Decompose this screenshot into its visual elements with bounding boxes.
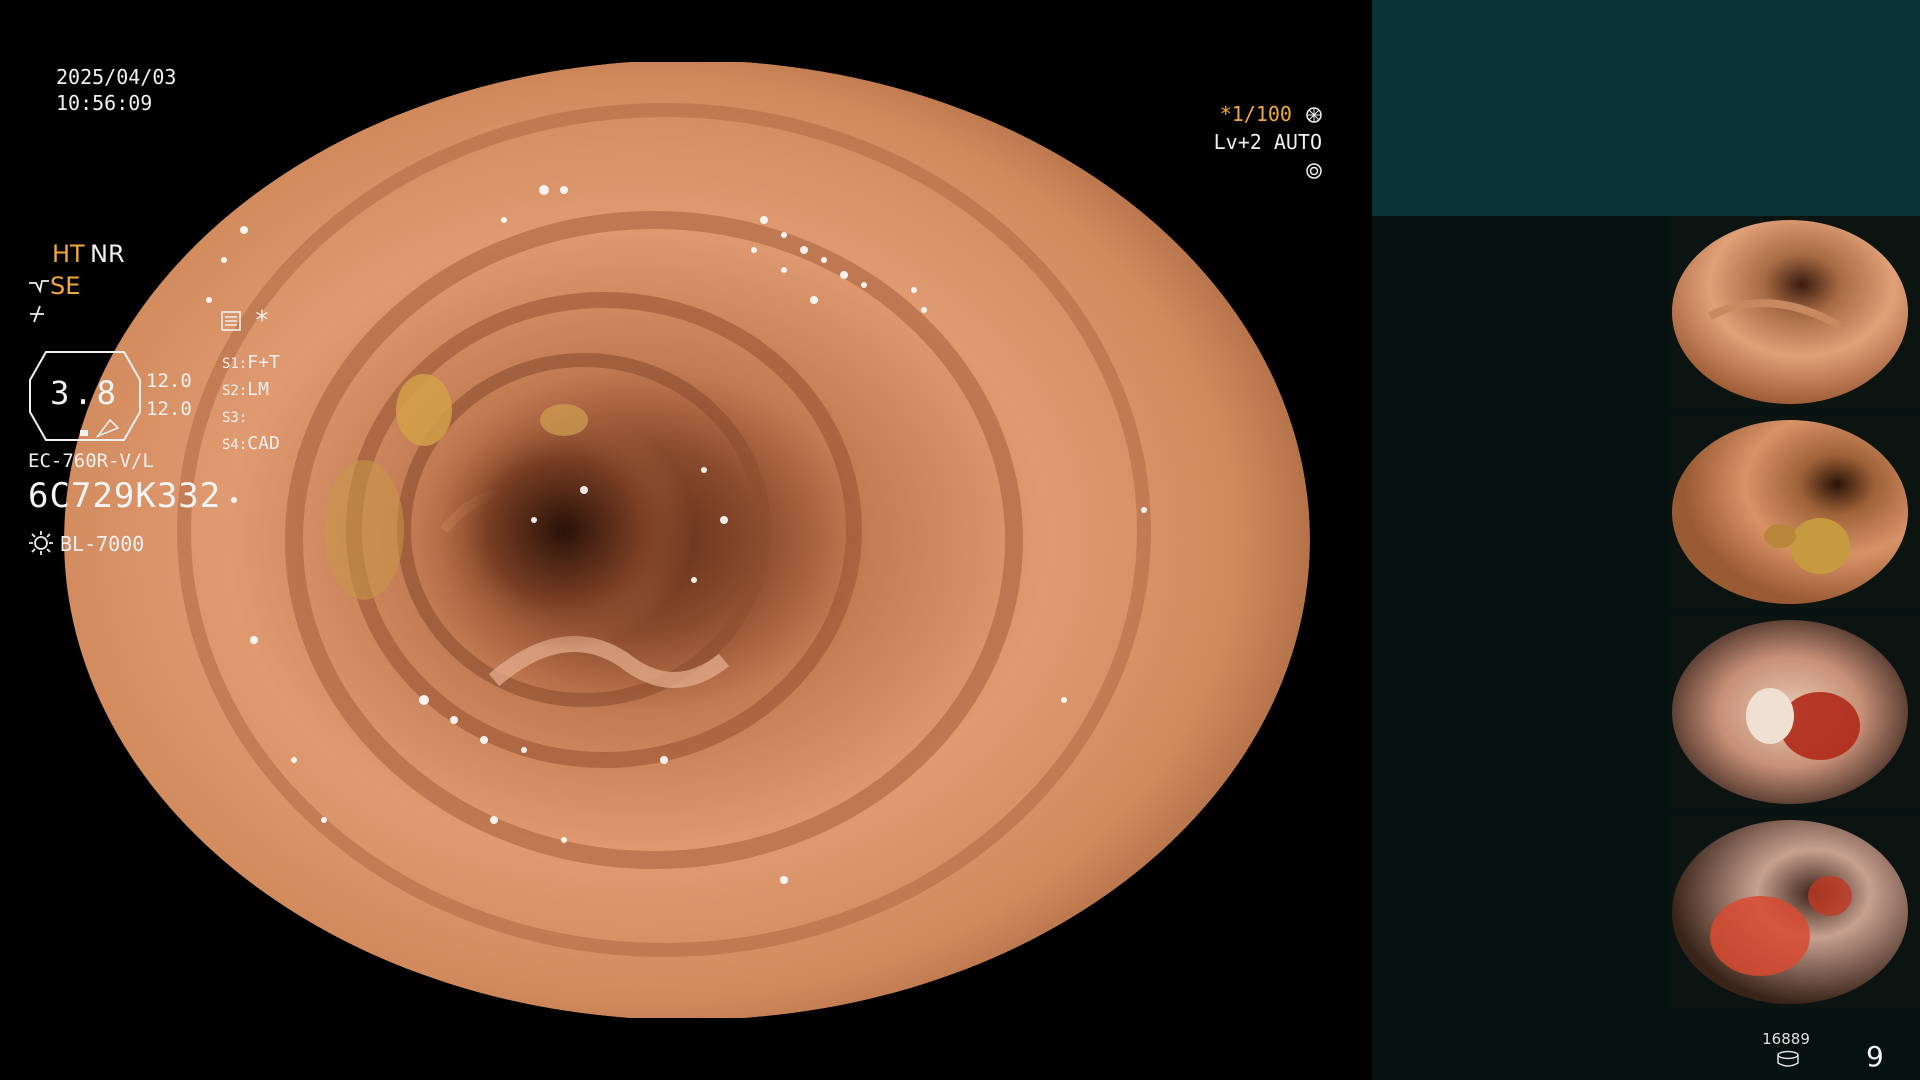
light-source-icon	[29, 531, 53, 555]
s1-key: S1:	[222, 356, 248, 372]
light-source-label: BL-7000	[60, 532, 145, 556]
switch-settings: S1:F+T S2:LM S3: S4:CAD	[222, 350, 280, 458]
frame-mask-top	[0, 0, 1372, 62]
structure-enhance-row: SE	[28, 272, 80, 300]
thumbnail-3[interactable]	[1670, 616, 1920, 808]
endoscopic-image	[64, 60, 1310, 1020]
light-source-row: BL-7000	[28, 530, 144, 556]
thumbnail-image-1	[1672, 220, 1908, 404]
s4-value: CAD	[247, 433, 280, 454]
colon-lumen-image	[64, 60, 1310, 1020]
auto-iris-icon	[1306, 163, 1322, 179]
s4-key: S4:	[222, 437, 248, 453]
ht-label: HT	[52, 240, 85, 268]
thumbnail-2[interactable]	[1670, 416, 1920, 608]
flicker-row	[28, 304, 46, 330]
frame-number: 9	[1866, 1040, 1884, 1073]
asterisk-indicator: *	[254, 306, 270, 336]
zoom-info: *1/100 Lv+2 AUTO	[1190, 100, 1322, 184]
thumbnail-1[interactable]	[1670, 216, 1920, 408]
setting-icon	[221, 311, 241, 331]
thumbnail-image-3	[1672, 620, 1908, 804]
frame-mask-bottom	[0, 1018, 1372, 1080]
thumbnail-image-4	[1672, 820, 1908, 1004]
time-label: 10:56:09	[56, 91, 153, 115]
image-count: 16889	[1762, 1030, 1810, 1048]
param-value-1: 12.0	[146, 370, 192, 392]
thumbnail-4[interactable]	[1670, 816, 1920, 1008]
s1-value: F+T	[247, 352, 280, 373]
nr-label: NR	[90, 240, 125, 268]
flicker-icon	[30, 305, 44, 323]
date-time-display: 2025/04/03 10:56:09	[56, 64, 176, 116]
zoom-ratio: *1/100	[1219, 102, 1292, 126]
date-label: 2025/04/03	[56, 65, 177, 89]
panel-header-area	[1372, 0, 1920, 216]
endoscope-main-view: 2025/04/03 10:56:09 *1/100 Lv+2 AUTO	[0, 0, 1372, 1080]
thumbnail-image-2	[1672, 420, 1908, 604]
s2-value: LM	[247, 379, 269, 400]
structure-enhance-icon	[29, 280, 49, 294]
level-label: Lv+2 AUTO	[1213, 130, 1322, 154]
database-icon	[1777, 1050, 1799, 1067]
scope-model: EC-760R-V/L	[28, 450, 154, 472]
gauge-value: 3.8	[50, 374, 120, 412]
s3-key: S3:	[222, 410, 248, 426]
scope-serial: 6C729K332	[28, 476, 222, 516]
se-label: SE	[50, 272, 81, 300]
aperture-icon	[1306, 107, 1322, 123]
s2-key: S2:	[222, 383, 248, 399]
param-value-2: 12.0	[146, 398, 192, 420]
